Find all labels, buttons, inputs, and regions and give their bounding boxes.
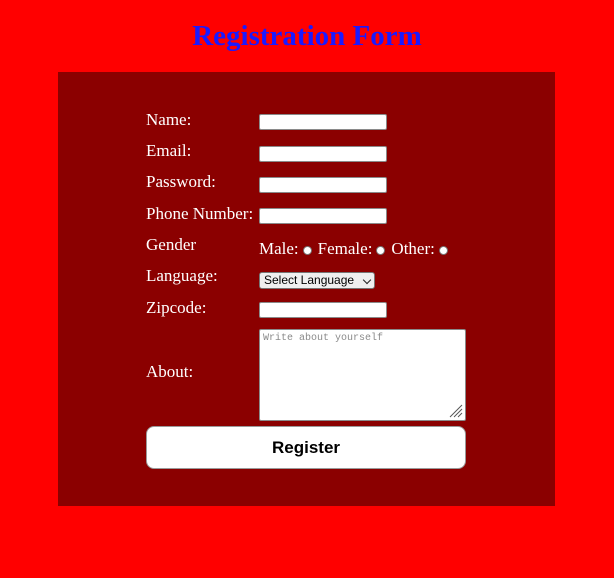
name-label: Name: [146,110,192,129]
phone-number-label: Phone Number: [146,204,254,223]
gender-other-radio[interactable] [438,246,448,255]
resize-grip-icon[interactable] [447,402,463,418]
about-textarea-placeholder: Write about yourself [263,333,384,344]
zipcode-input[interactable] [259,302,387,318]
gender-label: Gender [146,235,197,254]
password-input[interactable] [259,177,387,193]
gender-female-radio[interactable] [376,246,386,255]
chevron-down-icon [362,275,372,285]
register-button[interactable]: Register [146,426,466,469]
language-select[interactable]: Select Language [259,272,375,289]
name-input[interactable] [259,114,387,130]
email-label: Email: [146,141,192,160]
registration-form: Name: Email: Password: Phone Number: Gen… [58,72,555,506]
password-label: Password: [146,172,216,191]
gender-radio-group: Male: Female: Other: [259,239,454,259]
language-select-value: Select Language [264,273,355,287]
phone-number-input[interactable] [259,208,387,224]
gender-option-other-label: Other: [391,239,435,258]
zipcode-label: Zipcode: [146,298,207,317]
page-title: Registration Form [192,20,422,52]
gender-option-male-label: Male: [259,239,299,258]
about-textarea[interactable]: Write about yourself [259,329,466,421]
about-label: About: [146,362,194,381]
gender-option-female-label: Female: [317,239,373,258]
language-label: Language: [146,266,218,285]
email-input[interactable] [259,146,387,162]
gender-male-radio[interactable] [302,246,312,255]
